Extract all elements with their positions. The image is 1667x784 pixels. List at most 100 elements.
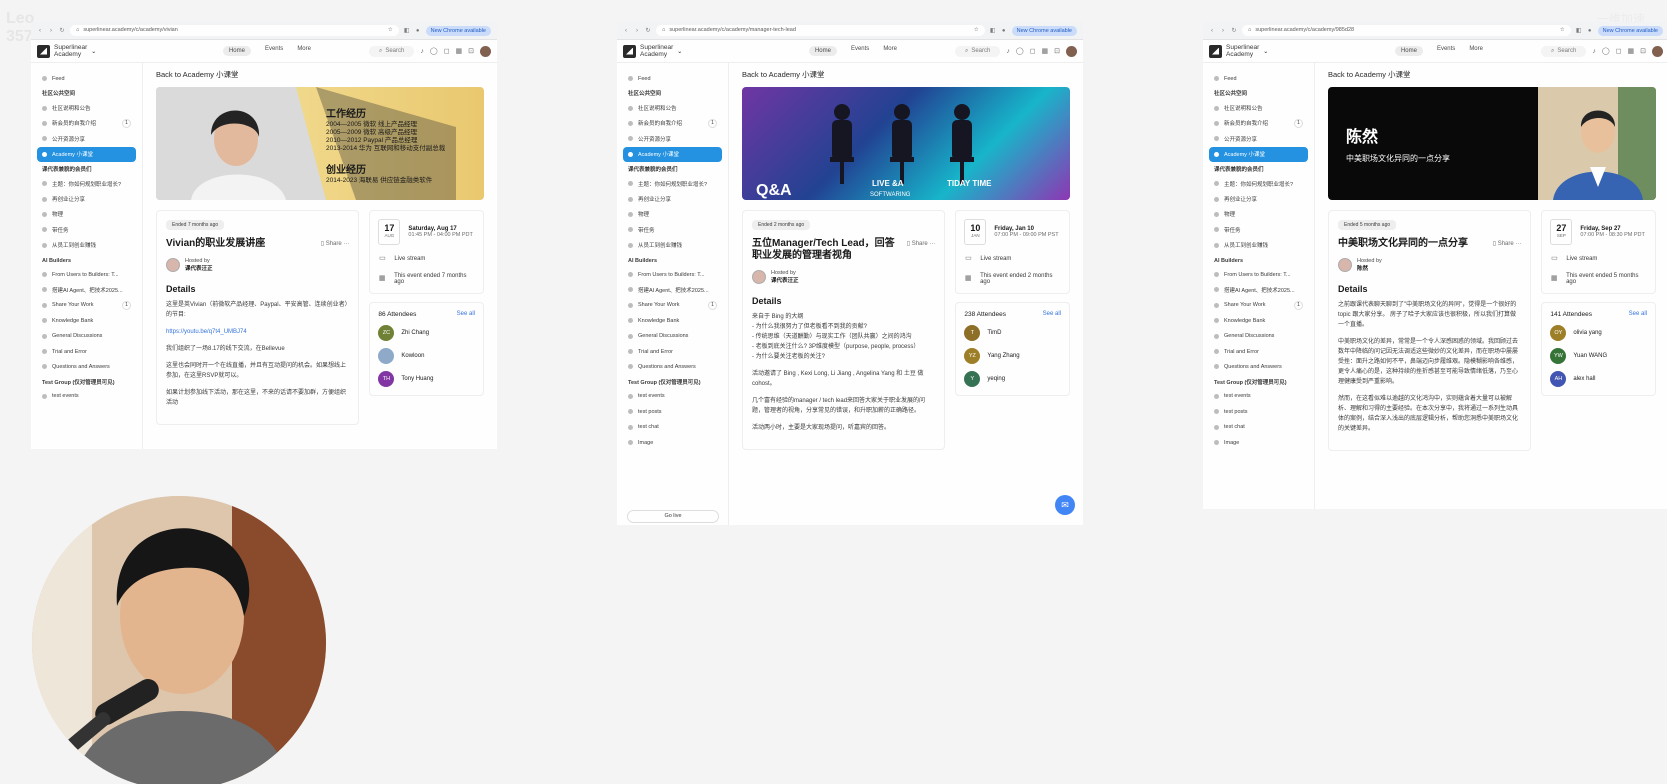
- back-icon[interactable]: ‹: [37, 28, 43, 34]
- back-link[interactable]: Back to Academy 小课堂: [1328, 69, 1656, 87]
- star-icon[interactable]: ☆: [974, 25, 979, 36]
- profile-icon[interactable]: ●: [1587, 28, 1593, 34]
- sidebar-item[interactable]: 新会员的自我介绍 1: [37, 116, 136, 131]
- share-button[interactable]: ▯ Share ···: [1493, 238, 1522, 250]
- extensions-icon[interactable]: ◧: [404, 28, 410, 34]
- see-all-link[interactable]: See all: [457, 311, 475, 318]
- search-input[interactable]: ⌕ Search: [954, 45, 1001, 57]
- more-icon[interactable]: ···: [1514, 241, 1521, 247]
- sidebar-item[interactable]: 带任务: [623, 222, 722, 237]
- nav-events[interactable]: Events: [851, 46, 869, 56]
- attendee-avatar[interactable]: T: [964, 325, 981, 341]
- sidebar-item[interactable]: Academy 小课堂: [1209, 146, 1308, 162]
- sidebar-item[interactable]: Knowledge Bank: [37, 313, 136, 328]
- host-name[interactable]: 课代表汪正: [185, 264, 213, 272]
- sidebar-item[interactable]: 搭建AI Agent、把技术2025...: [623, 282, 722, 297]
- brand[interactable]: Superlinear Academy ⌄: [37, 44, 165, 58]
- nav-more[interactable]: More: [297, 46, 311, 56]
- share-button[interactable]: ▯ Share ···: [321, 238, 350, 250]
- search-input[interactable]: ⌕ Search: [368, 45, 415, 57]
- details-link[interactable]: https://youtu.be/q7t4_UMBJ74: [166, 327, 349, 337]
- sidebar-item[interactable]: test events: [1209, 389, 1308, 404]
- sidebar-item[interactable]: 再创业让分享: [623, 191, 722, 206]
- bookmark-icon[interactable]: ⊡: [1054, 47, 1060, 55]
- attendee-avatar[interactable]: AH: [1550, 371, 1567, 387]
- sidebar-item[interactable]: 主题：你如何规划职业增长?: [37, 176, 136, 191]
- sidebar-item[interactable]: General Discussions: [37, 328, 136, 343]
- chat-icon[interactable]: ◯: [1016, 47, 1024, 55]
- reload-icon[interactable]: ↻: [59, 28, 65, 34]
- back-link[interactable]: Back to Academy 小课堂: [742, 69, 1070, 87]
- sidebar-item[interactable]: 带任务: [1209, 222, 1308, 237]
- sidebar-item[interactable]: test events: [623, 389, 722, 404]
- profile-icon[interactable]: ●: [1001, 28, 1007, 34]
- see-all-link[interactable]: See all: [1043, 311, 1061, 318]
- more-icon[interactable]: ···: [342, 241, 349, 247]
- chat-icon[interactable]: ◯: [430, 47, 438, 55]
- sidebar-item[interactable]: test posts: [1209, 404, 1308, 419]
- bell-icon[interactable]: ♪: [1592, 48, 1596, 55]
- sidebar-item[interactable]: test chat: [1209, 419, 1308, 434]
- sidebar-item[interactable]: test events: [37, 389, 136, 404]
- sidebar-item[interactable]: From Users to Builders: T...: [37, 267, 136, 282]
- extensions-icon[interactable]: ◧: [1576, 28, 1582, 34]
- bell-icon[interactable]: ♪: [420, 48, 424, 55]
- sidebar-item[interactable]: From Users to Builders: T...: [1209, 267, 1308, 282]
- messages-icon[interactable]: ◻: [1616, 47, 1622, 55]
- address-bar[interactable]: ⌂ superlinear.academy/c/academy/985d28 ☆: [1242, 25, 1571, 36]
- attendee-row[interactable]: OY olivia yang: [1550, 325, 1647, 341]
- attendee-row[interactable]: Yyeqing: [964, 371, 1061, 387]
- host-name[interactable]: 陈然: [1357, 264, 1382, 272]
- forward-icon[interactable]: ›: [48, 28, 54, 34]
- sidebar-item[interactable]: Trial and Error: [1209, 344, 1308, 359]
- address-bar[interactable]: ⌂ superlinear.academy/c/academy/manager-t…: [656, 25, 985, 36]
- attendee-avatar[interactable]: OY: [1550, 325, 1567, 341]
- sidebar-item[interactable]: Share Your Work 1: [1209, 298, 1308, 313]
- sidebar-item[interactable]: 社区说明和公告: [1209, 100, 1308, 115]
- sidebar-item[interactable]: 再创业让分享: [1209, 191, 1308, 206]
- sidebar-item[interactable]: Questions and Answers: [37, 359, 136, 374]
- attendee-avatar[interactable]: Y: [964, 371, 981, 387]
- back-icon[interactable]: ‹: [623, 28, 629, 34]
- forward-icon[interactable]: ›: [1220, 28, 1226, 34]
- sidebar-item[interactable]: 搭建AI Agent、把技术2025...: [1209, 282, 1308, 297]
- reload-icon[interactable]: ↻: [1231, 28, 1237, 34]
- user-avatar[interactable]: [1652, 45, 1663, 57]
- sidebar-item[interactable]: Share Your Work 1: [623, 298, 722, 313]
- nav-home[interactable]: Home: [808, 46, 837, 56]
- sidebar-item[interactable]: Questions and Answers: [1209, 359, 1308, 374]
- messages-icon[interactable]: ◻: [1030, 47, 1036, 55]
- sidebar-item[interactable]: 主题：你如何规划职业增长?: [623, 176, 722, 191]
- sidebar-item[interactable]: test posts: [623, 404, 722, 419]
- sidebar-item[interactable]: Trial and Error: [37, 344, 136, 359]
- host-name[interactable]: 课代表汪正: [771, 276, 799, 284]
- sidebar-item[interactable]: test chat: [623, 419, 722, 434]
- sidebar-item[interactable]: Academy 小课堂: [37, 146, 136, 162]
- new-chrome-available-button[interactable]: New Chrome available: [1011, 25, 1077, 36]
- nav-home[interactable]: Home: [1394, 46, 1423, 56]
- bookmark-icon[interactable]: ⊡: [1640, 47, 1646, 55]
- nav-events[interactable]: Events: [1437, 46, 1455, 56]
- sidebar-item[interactable]: 公开资源分享: [1209, 131, 1308, 146]
- attendee-avatar[interactable]: TH: [378, 371, 395, 387]
- attendee-row[interactable]: YW Yuan WANG: [1550, 348, 1647, 364]
- sidebar-item[interactable]: 搭建AI Agent、把技术2025...: [37, 282, 136, 297]
- sidebar-item[interactable]: 公开资源分享: [623, 131, 722, 146]
- host-avatar[interactable]: [166, 258, 180, 272]
- go-live-button[interactable]: Go live: [627, 510, 719, 523]
- chat-icon[interactable]: ◯: [1602, 47, 1610, 55]
- bell-icon[interactable]: ♪: [1006, 48, 1010, 55]
- nav-home[interactable]: Home: [222, 46, 251, 56]
- new-chrome-available-button[interactable]: New Chrome available: [1597, 25, 1663, 36]
- sidebar-item[interactable]: 新会员的自我介绍 1: [623, 116, 722, 131]
- attendee-row[interactable]: Kowloon: [378, 348, 475, 364]
- attendee-avatar[interactable]: YZ: [964, 348, 981, 364]
- sidebar-item[interactable]: 物理: [37, 207, 136, 222]
- sidebar-item[interactable]: Feed: [1209, 71, 1308, 86]
- share-button[interactable]: ▯ Share ···: [907, 238, 936, 262]
- calendar-icon[interactable]: ▦: [1042, 47, 1049, 55]
- sidebar-item[interactable]: 物理: [1209, 207, 1308, 222]
- sidebar-item[interactable]: 主题：你如何规划职业增长?: [1209, 176, 1308, 191]
- calendar-icon[interactable]: ▦: [1628, 47, 1635, 55]
- nav-more[interactable]: More: [1469, 46, 1483, 56]
